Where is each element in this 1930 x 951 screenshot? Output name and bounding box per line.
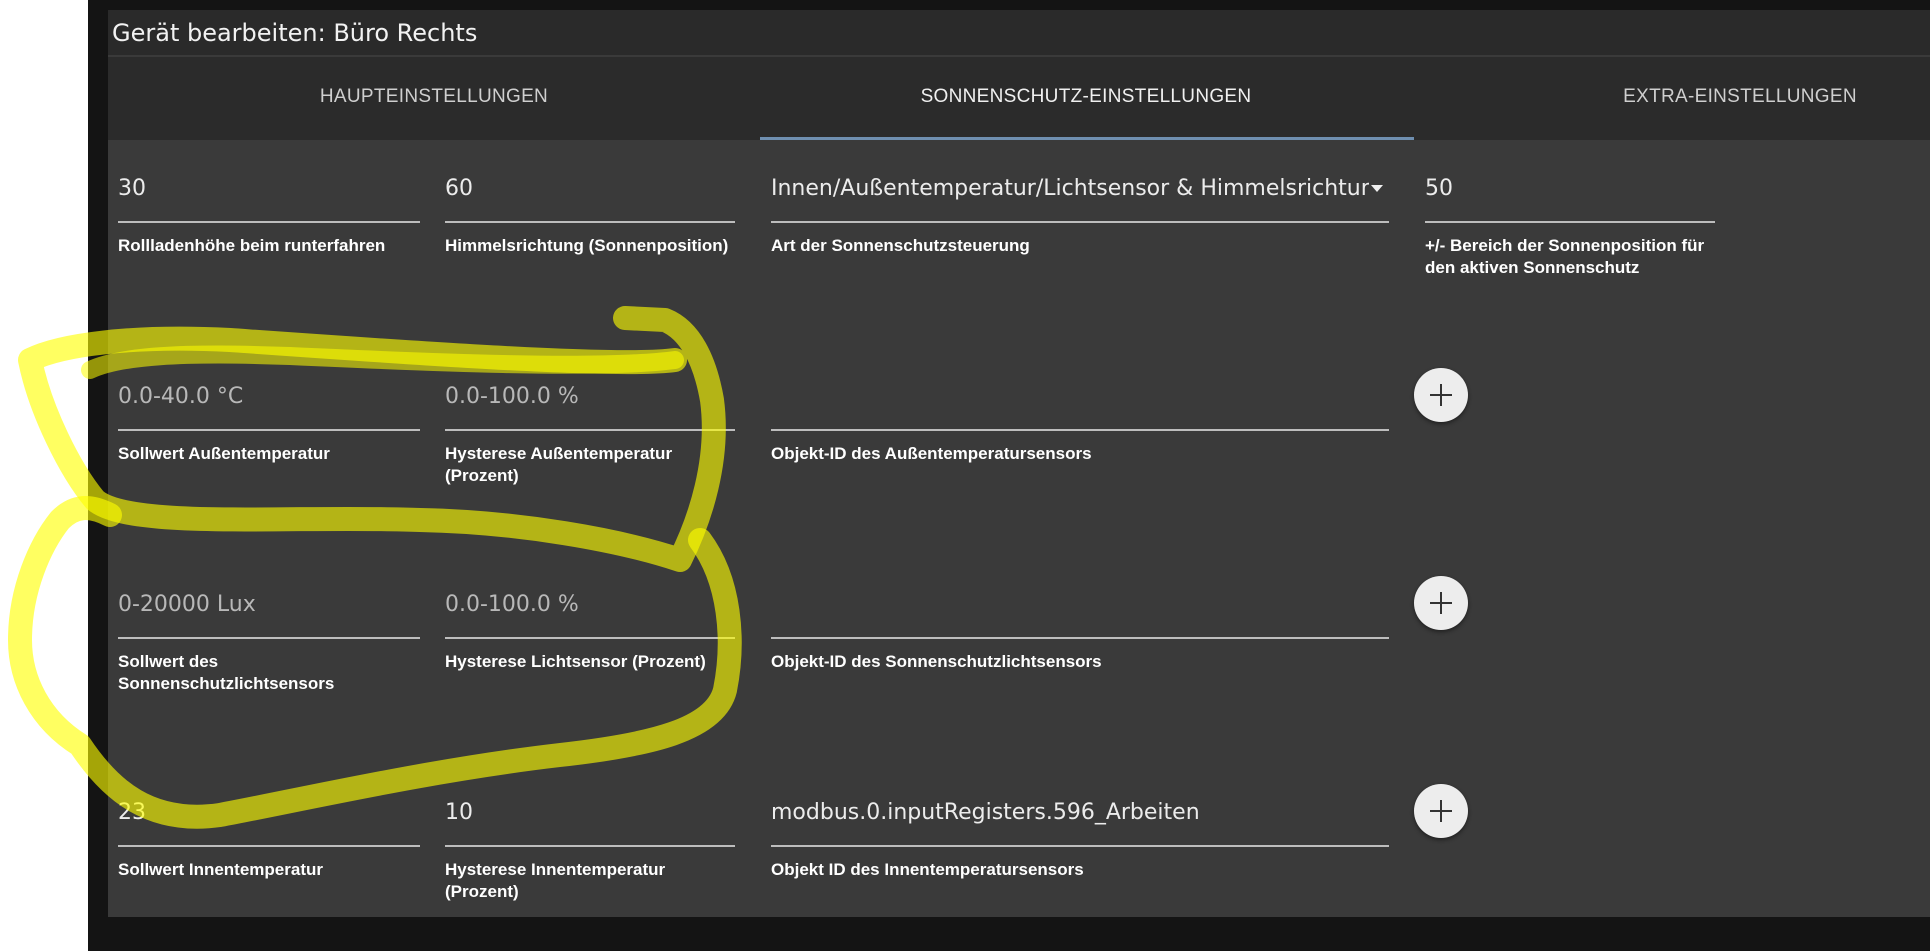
add-light-sensor-button[interactable] <box>1414 576 1468 630</box>
field-underline <box>445 845 735 847</box>
dialog-header: Gerät bearbeiten: Büro Rechts <box>108 10 1930 55</box>
field-underline <box>445 221 735 223</box>
sun-direction-label: Himmelsrichtung (Sonnenposition) <box>445 236 729 255</box>
indoor-temp-setpoint-label: Sollwert Innentemperatur <box>118 860 323 879</box>
edit-device-dialog: Gerät bearbeiten: Büro Rechts HAUPTEINST… <box>108 10 1930 917</box>
add-indoor-temp-sensor-button[interactable] <box>1414 784 1468 838</box>
outdoor-temp-hysteresis-label: Hysterese Außentemperatur (Prozent) <box>445 444 673 485</box>
shutter-height-label: Rollladenhöhe beim runterfahren <box>118 236 386 255</box>
outdoor-temp-setpoint-input[interactable]: 0.0-40.0 °C <box>118 383 243 411</box>
field-underline <box>118 429 420 431</box>
sun-position-range-input[interactable]: 50 <box>1425 175 1453 203</box>
indoor-temp-hysteresis-input[interactable]: 10 <box>445 799 473 827</box>
field-underline <box>771 429 1389 431</box>
dialog-title: Gerät bearbeiten: Büro Rechts <box>112 19 478 47</box>
light-sensor-object-label: Objekt-ID des Sonnenschutzlichtsensors <box>771 652 1102 671</box>
indoor-temp-sensor-input[interactable]: modbus.0.inputRegisters.596_Arbeiten <box>771 799 1200 827</box>
field-underline <box>445 429 735 431</box>
caret-down-icon[interactable] <box>1371 185 1383 192</box>
sun-position-range-label: +/- Bereich der Sonnenposition für den a… <box>1425 236 1705 277</box>
field-underline <box>118 845 420 847</box>
active-tab-indicator <box>760 137 1414 140</box>
field-underline <box>771 845 1389 847</box>
light-sensor-hysteresis-input[interactable]: 0.0-100.0 % <box>445 591 579 619</box>
shutter-height-input[interactable]: 30 <box>118 175 146 203</box>
sun-protection-mode-value[interactable]: Innen/Außentemperatur/Lichtsensor & Himm… <box>771 175 1369 203</box>
light-sensor-hysteresis-label: Hysterese Lichtsensor (Prozent) <box>445 652 706 671</box>
field-underline <box>771 221 1389 223</box>
sun-protection-mode-label: Art der Sonnenschutzsteuerung <box>771 236 1030 255</box>
field-underline <box>445 637 735 639</box>
outdoor-temp-hysteresis-input[interactable]: 0.0-100.0 % <box>445 383 579 411</box>
field-underline <box>118 637 420 639</box>
sun-direction-input[interactable]: 60 <box>445 175 473 203</box>
field-underline <box>118 221 420 223</box>
add-outdoor-temp-sensor-button[interactable] <box>1414 368 1468 422</box>
tab-extra-settings[interactable]: EXTRA-EINSTELLUNGEN <box>1414 57 1930 137</box>
indoor-temp-setpoint-input[interactable]: 23 <box>118 799 146 827</box>
field-underline <box>1425 221 1715 223</box>
indoor-temp-hysteresis-label: Hysterese Innentemperatur (Prozent) <box>445 860 666 901</box>
tab-bar: HAUPTEINSTELLUNGEN SONNENSCHUTZ-EINSTELL… <box>108 57 1930 140</box>
field-underline <box>771 637 1389 639</box>
tab-sun-protection-settings[interactable]: SONNENSCHUTZ-EINSTELLUNGEN <box>760 57 1412 137</box>
screenshot-stage: Gerät bearbeiten: Büro Rechts HAUPTEINST… <box>0 0 1930 951</box>
indoor-temp-sensor-label: Objekt ID des Innentemperatursensors <box>771 860 1084 879</box>
outdoor-temp-sensor-label: Objekt-ID des Außentemperatursensors <box>771 444 1092 463</box>
outdoor-temp-setpoint-label: Sollwert Außentemperatur <box>118 444 330 463</box>
light-sensor-setpoint-input[interactable]: 0-20000 Lux <box>118 591 256 619</box>
tab-main-settings[interactable]: HAUPTEINSTELLUNGEN <box>108 57 760 137</box>
light-sensor-setpoint-label: Sollwert des Sonnenschutzlichtsensors <box>118 652 335 693</box>
